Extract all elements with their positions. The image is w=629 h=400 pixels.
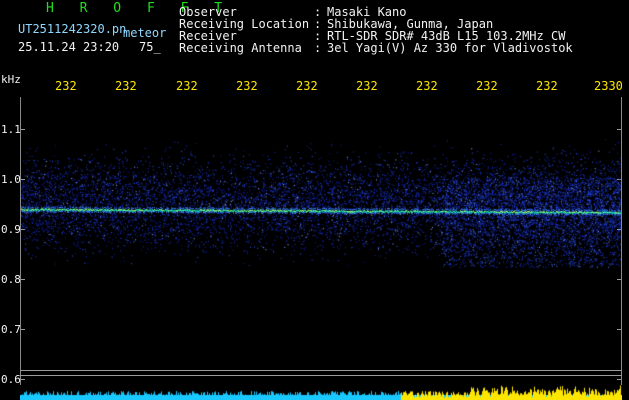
power-bar (20, 381, 622, 400)
frequency-tick-label: 1.0 (1, 173, 21, 186)
time-tick-label: 2330 (594, 79, 623, 93)
count-label: 75_ (139, 40, 161, 54)
frequency-tick-label: 1.1 (1, 123, 21, 136)
frequency-tick-label: 0.8 (1, 273, 21, 286)
antenna-value: 3el Yagi(V) Az 330 for Vladivostok (327, 41, 573, 55)
y-axis-unit: kHz (1, 73, 21, 86)
time-tick-label: 232 (416, 79, 438, 93)
signal-scatter (21, 97, 621, 385)
mode-label: meteor (123, 26, 167, 40)
time-tick-label: 232 (536, 79, 558, 93)
waterfall-plot (20, 97, 622, 385)
datetime-label: 25.11.24 23:20 (18, 40, 120, 54)
time-tick-label: 232 (115, 79, 137, 93)
time-tick-label: 232 (296, 79, 318, 93)
reference-line (20, 370, 622, 371)
frequency-tick-label: 0.7 (1, 323, 21, 336)
baseline-line (20, 375, 622, 376)
time-tick-label: 232 (476, 79, 498, 93)
frequency-tick-label: 0.9 (1, 223, 21, 236)
antenna-sep: : (314, 41, 322, 55)
antenna-label: Receiving Antenna (179, 41, 302, 55)
filename-label: UT2511242320.pn (18, 22, 127, 36)
spectrogram-screen: H R O F F T UT2511242320.pn meteor 25.11… (0, 0, 629, 400)
time-tick-label: 232 (176, 79, 198, 93)
time-tick-label: 232 (236, 79, 258, 93)
frequency-tick-label: 0.6 (1, 373, 21, 386)
time-tick-label: 232 (356, 79, 378, 93)
time-tick-label: 232 (55, 79, 77, 93)
